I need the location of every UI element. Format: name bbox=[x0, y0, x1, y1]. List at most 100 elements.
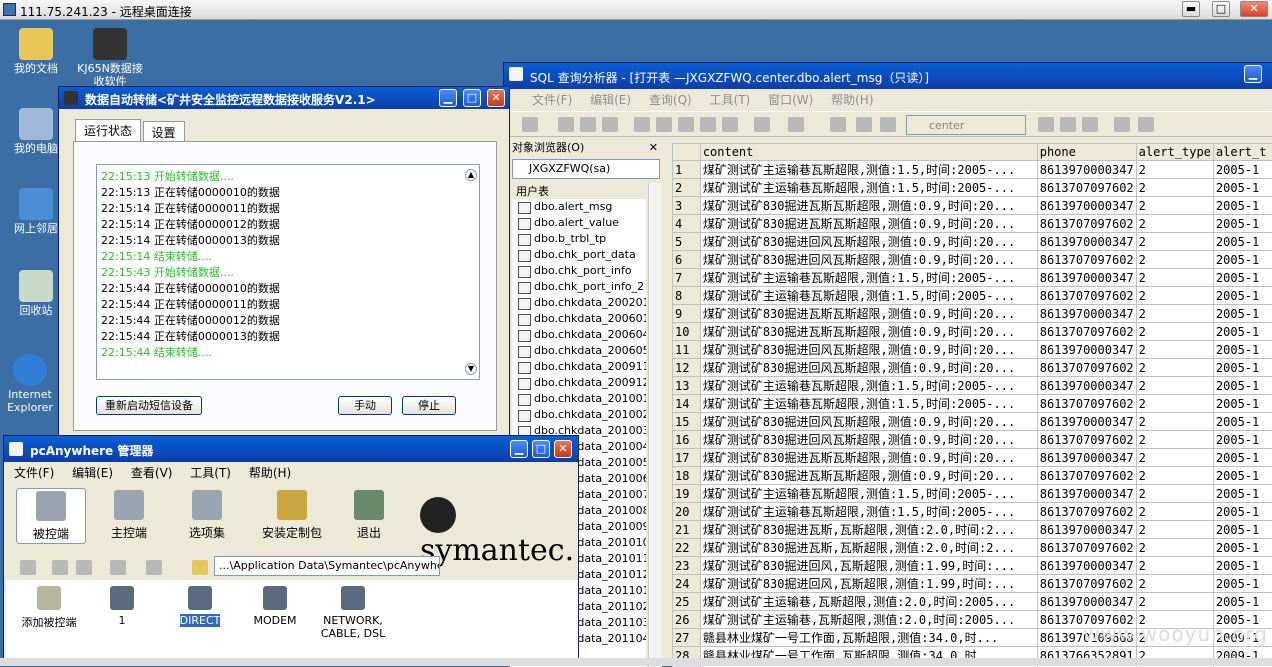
folder-icon[interactable] bbox=[192, 560, 208, 575]
database-select[interactable]: center bbox=[906, 115, 1026, 135]
row-number-cell[interactable]: 24 bbox=[673, 575, 701, 593]
undo-icon[interactable] bbox=[754, 117, 770, 132]
column-header-alert-time[interactable]: alert_t bbox=[1213, 144, 1272, 161]
object-search-icon[interactable] bbox=[1082, 117, 1098, 132]
rdp-maximize-button[interactable]: □ bbox=[1212, 1, 1230, 17]
properties-icon[interactable] bbox=[20, 560, 36, 575]
cancel-query-icon[interactable] bbox=[880, 117, 896, 132]
cut-icon[interactable] bbox=[634, 117, 650, 132]
row-number-cell[interactable]: 2 bbox=[673, 179, 701, 197]
host-button[interactable]: 被控端 bbox=[16, 488, 86, 544]
xfer-close-button[interactable]: ✕ bbox=[487, 89, 505, 107]
xfer-maximize-button[interactable]: □ bbox=[463, 89, 481, 107]
log-scrollbar[interactable]: ▲ ▼ bbox=[465, 169, 477, 375]
row-number-cell[interactable]: 21 bbox=[673, 521, 701, 539]
row-number-cell[interactable]: 26 bbox=[673, 611, 701, 629]
scroll-up-icon[interactable]: ▲ bbox=[465, 169, 477, 181]
package-button[interactable]: 安装定制包 bbox=[250, 488, 334, 544]
table-row[interactable]: 18煤矿测试矿830掘进瓦斯瓦斯超限,测值:0.9,时间:20...861370… bbox=[673, 467, 1272, 485]
host-item-1[interactable]: 1 bbox=[102, 586, 142, 627]
new-query-icon[interactable] bbox=[522, 117, 538, 132]
table-row[interactable]: 6煤矿测试矿830掘进回风瓦斯超限,测值:0.9,时间:20...8613707… bbox=[673, 251, 1272, 269]
find-icon[interactable] bbox=[722, 117, 738, 132]
row-number-cell[interactable]: 13 bbox=[673, 377, 701, 395]
table-list-item[interactable]: dbo.chk_port_data bbox=[512, 247, 646, 263]
paste-icon[interactable] bbox=[678, 117, 694, 132]
table-row[interactable]: 23煤矿测试矿830掘进回风,瓦斯超限,测值:1.99,时间:...861397… bbox=[673, 557, 1272, 575]
table-row[interactable]: 24煤矿测试矿830掘进回风,瓦斯超限,测值:1.99,时间:...861370… bbox=[673, 575, 1272, 593]
menu-file[interactable]: 文件(F) bbox=[532, 93, 572, 107]
row-number-cell[interactable]: 23 bbox=[673, 557, 701, 575]
row-number-cell[interactable]: 14 bbox=[673, 395, 701, 413]
parse-check-icon[interactable] bbox=[830, 117, 846, 132]
execute-icon[interactable] bbox=[856, 117, 872, 132]
row-number-cell[interactable]: 4 bbox=[673, 215, 701, 233]
pca-menu-help[interactable]: 帮助(H) bbox=[249, 466, 291, 480]
pca-menu-view[interactable]: 查看(V) bbox=[131, 466, 173, 480]
table-list-item[interactable]: dbo.chkdata_200601 bbox=[512, 311, 646, 327]
column-header-content[interactable]: content bbox=[700, 144, 1037, 161]
row-number-cell[interactable]: 8 bbox=[673, 287, 701, 305]
execution-plan-icon[interactable] bbox=[1038, 117, 1054, 132]
table-row[interactable]: 15煤矿测试矿830掘进回风瓦斯超限,测值:0.9,时间:20...861397… bbox=[673, 413, 1272, 431]
desktop-icon-ie[interactable]: Internet Explorer bbox=[0, 354, 60, 414]
tab-run-status[interactable]: 运行状态 bbox=[75, 119, 141, 143]
stop-button[interactable]: 停止 bbox=[402, 396, 456, 415]
restart-sms-button[interactable]: 重新启动短信设备 bbox=[96, 396, 202, 415]
settings-icon[interactable] bbox=[76, 560, 92, 575]
table-row[interactable]: 13煤矿测试矿主运输巷瓦斯超限,测值:1.5,时间:2005-...861397… bbox=[673, 377, 1272, 395]
option-sets-button[interactable]: 选项集 bbox=[172, 488, 242, 544]
table-row[interactable]: 19煤矿测试矿主运输巷瓦斯超限,测值:1.5,时间:2005-...861397… bbox=[673, 485, 1272, 503]
table-row[interactable]: 8煤矿测试矿主运输巷瓦斯超限,测值:1.5,时间:2005-...8613707… bbox=[673, 287, 1272, 305]
table-row[interactable]: 14煤矿测试矿主运输巷瓦斯超限,测值:1.5,时间:2005-...861370… bbox=[673, 395, 1272, 413]
host-item-add[interactable]: 添加被控端 bbox=[16, 586, 82, 630]
table-list-item[interactable]: dbo.chkdata_200912 bbox=[512, 375, 646, 391]
host-item-modem[interactable]: MODEM bbox=[252, 586, 298, 627]
host-item-network[interactable]: NETWORK, CABLE, DSL bbox=[318, 586, 388, 640]
scroll-down-icon[interactable]: ▼ bbox=[465, 363, 477, 375]
xfer-minimize-button[interactable]: ▁ bbox=[439, 89, 457, 107]
row-number-cell[interactable]: 10 bbox=[673, 323, 701, 341]
remote-button[interactable]: 主控端 bbox=[94, 488, 164, 544]
pca-menu-edit[interactable]: 编辑(E) bbox=[72, 466, 113, 480]
row-number-cell[interactable]: 12 bbox=[673, 359, 701, 377]
table-row[interactable]: 5煤矿测试矿830掘进回风瓦斯超限,测值:0.9,时间:20...8613970… bbox=[673, 233, 1272, 251]
row-number-cell[interactable]: 16 bbox=[673, 431, 701, 449]
save-icon[interactable] bbox=[580, 117, 596, 132]
table-list-item[interactable]: dbo.alert_value bbox=[512, 215, 646, 231]
table-list-item[interactable]: dbo.chk_port_info_2 bbox=[512, 279, 646, 295]
object-browser-close-icon[interactable]: ✕ bbox=[649, 139, 658, 157]
table-row[interactable]: 22煤矿测试矿830掘进瓦斯,瓦斯超限,测值:2.0,时间:2...861370… bbox=[673, 539, 1272, 557]
table-row[interactable]: 12煤矿测试矿830掘进回风瓦斯超限,测值:0.9,时间:20...861370… bbox=[673, 359, 1272, 377]
tab-settings[interactable]: 设置 bbox=[143, 121, 185, 143]
bottom-scrollbar[interactable] bbox=[0, 658, 1272, 666]
menu-query[interactable]: 查询(Q) bbox=[649, 93, 692, 107]
table-row[interactable]: 11煤矿测试矿830掘进回风瓦斯超限,测值:0.9,时间:20...861397… bbox=[673, 341, 1272, 359]
row-number-cell[interactable]: 25 bbox=[673, 593, 701, 611]
table-row[interactable]: 2煤矿测试矿主运输巷瓦斯超限,测值:1.5,时间:2005-...8613707… bbox=[673, 179, 1272, 197]
object-browser-icon[interactable] bbox=[1060, 117, 1076, 132]
clear-icon[interactable] bbox=[700, 117, 716, 132]
row-number-cell[interactable]: 7 bbox=[673, 269, 701, 287]
table-row[interactable]: 9煤矿测试矿830掘进瓦斯瓦斯超限,测值:0.9,时间:20...8613970… bbox=[673, 305, 1272, 323]
desktop-icon-kj65n[interactable]: KJ65N数据接收软件 bbox=[74, 28, 146, 88]
table-list-item[interactable]: dbo.alert_msg bbox=[512, 199, 646, 215]
pca-maximize-button[interactable]: □ bbox=[532, 440, 550, 458]
exit-button[interactable]: 退出 bbox=[334, 488, 404, 544]
table-list-item[interactable]: dbo.chk_port_info bbox=[512, 263, 646, 279]
table-row[interactable]: 3煤矿测试矿830掘进瓦斯瓦斯超限,测值:0.9,时间:20...8613970… bbox=[673, 197, 1272, 215]
table-list-item[interactable]: dbo.b_trbl_tp bbox=[512, 231, 646, 247]
row-number-cell[interactable]: 6 bbox=[673, 251, 701, 269]
menu-window[interactable]: 窗口(W) bbox=[768, 93, 813, 107]
menu-edit[interactable]: 编辑(E) bbox=[590, 93, 631, 107]
table-row[interactable]: 25煤矿测试矿主运输巷,瓦斯超限,测值:2.0,时间:2005...861397… bbox=[673, 593, 1272, 611]
row-number-cell[interactable]: 9 bbox=[673, 305, 701, 323]
row-number-cell[interactable]: 15 bbox=[673, 413, 701, 431]
host-item-direct[interactable]: DIRECT bbox=[176, 586, 224, 627]
table-list-item[interactable]: dbo.chkdata_200604 bbox=[512, 327, 646, 343]
table-list-item[interactable]: dbo.chkdata_200911 bbox=[512, 359, 646, 375]
column-header-phone[interactable]: phone bbox=[1037, 144, 1136, 161]
pca-menu-file[interactable]: 文件(F) bbox=[14, 466, 54, 480]
desktop-icon-my-documents[interactable]: 我的文档 bbox=[0, 28, 72, 75]
table-row[interactable]: 7煤矿测试矿主运输巷瓦斯超限,测值:1.5,时间:2005-...8613970… bbox=[673, 269, 1272, 287]
